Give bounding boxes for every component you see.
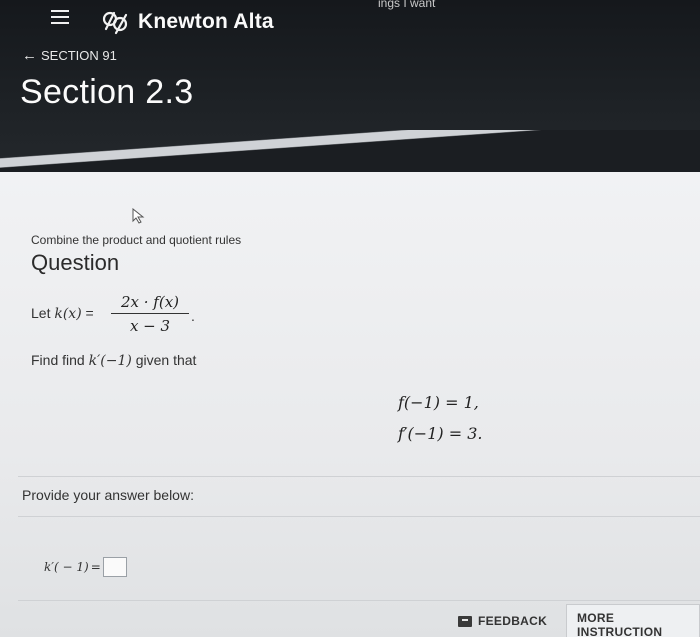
function-fraction: 2x · f(x) x − 3 xyxy=(111,293,189,335)
given-condition-1: f(−1) = 1, xyxy=(398,393,479,412)
divider xyxy=(18,600,700,601)
answer-prompt: Provide your answer below: xyxy=(22,487,194,503)
arrow-left-icon: ← xyxy=(22,47,37,64)
answer-input[interactable] xyxy=(102,557,127,577)
more-instruction-button[interactable]: MORE INSTRUCTION xyxy=(566,604,700,637)
browser-tab-partial-text: ings I want xyxy=(378,0,436,10)
knewton-logo-icon xyxy=(102,11,128,35)
question-heading: Question xyxy=(31,250,120,275)
answer-equals: = xyxy=(90,560,101,574)
feedback-label: FEEDBACK xyxy=(478,614,548,628)
derivative-expression: k′(−1) xyxy=(88,353,132,369)
find-statement: Find find k′(−1) given that xyxy=(31,352,197,369)
question-subtitle: Combine the product and quotient rules xyxy=(31,233,242,247)
back-to-section-link[interactable]: ← SECTION 91 xyxy=(22,47,117,64)
divider xyxy=(18,516,700,517)
hamburger-menu-icon[interactable] xyxy=(51,10,69,24)
let-statement: Let k(x) = xyxy=(31,305,94,322)
progress-bar xyxy=(0,130,700,174)
page-title: Section 2.3 xyxy=(20,73,194,111)
fraction-numerator: 2x · f(x) xyxy=(111,293,189,314)
feedback-button[interactable]: FEEDBACK xyxy=(458,614,547,628)
feedback-icon xyxy=(458,615,472,627)
answer-lhs: k′( − 1) xyxy=(44,560,89,574)
brand-title[interactable]: Knewton Alta xyxy=(138,10,274,34)
mouse-cursor-icon xyxy=(132,208,145,224)
divider xyxy=(18,476,700,477)
given-condition-2: f′(−1) = 3. xyxy=(398,424,483,443)
back-link-label: SECTION 91 xyxy=(41,48,117,63)
answer-row: k′( − 1) = xyxy=(44,557,127,577)
fraction-denominator: x − 3 xyxy=(129,317,171,335)
definition-period: . xyxy=(191,308,195,324)
